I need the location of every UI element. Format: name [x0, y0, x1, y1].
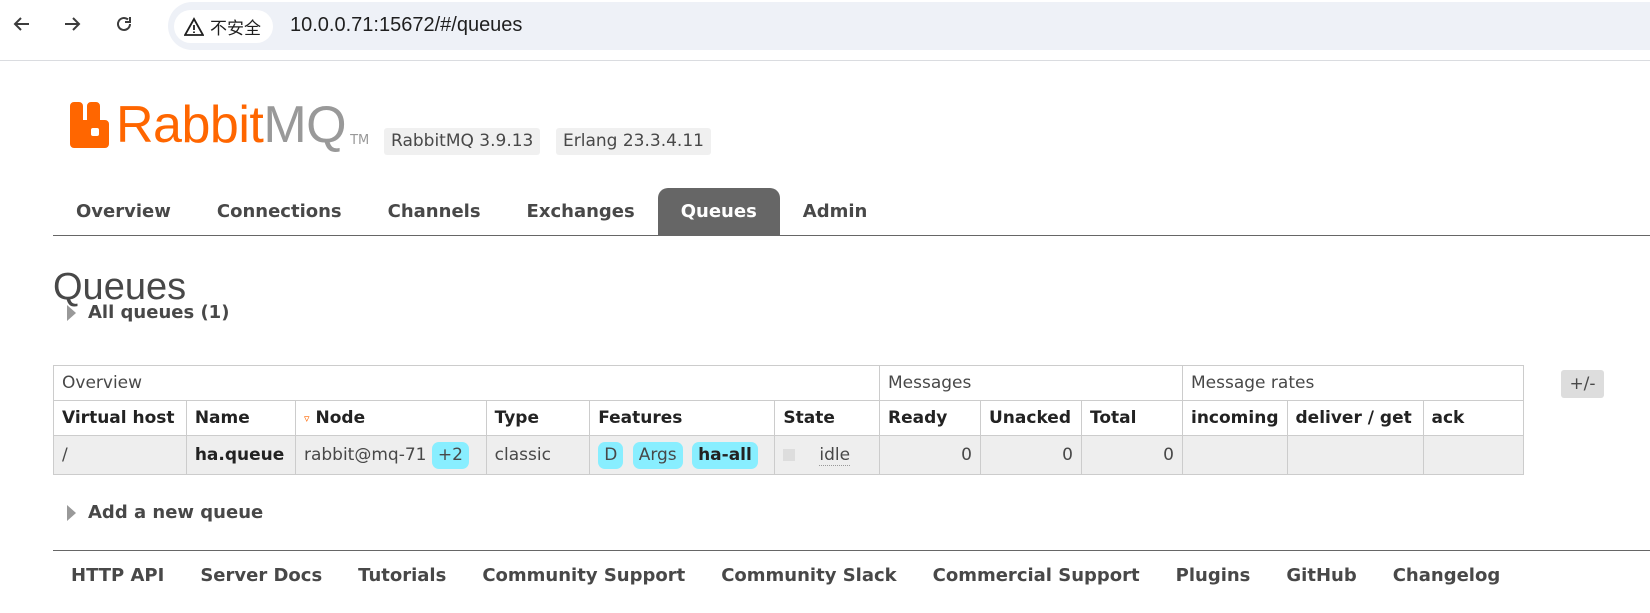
sort-desc-icon: ▿ [303, 411, 310, 425]
cell-vhost: / [53, 435, 187, 475]
footer-link-community-support[interactable]: Community Support [464, 563, 703, 589]
tabs-divider [53, 235, 1650, 236]
url-text[interactable]: 10.0.0.71:15672/#/queues [290, 14, 522, 37]
col-incoming[interactable]: incoming [1182, 400, 1288, 436]
footer-divider [53, 550, 1650, 551]
warning-icon [184, 16, 204, 36]
col-state[interactable]: State [774, 400, 880, 436]
security-label: 不安全 [210, 19, 261, 39]
state-text: idle [819, 445, 851, 466]
policy-badge[interactable]: ha-all [692, 441, 758, 469]
footer-link-github[interactable]: GitHub [1268, 563, 1374, 589]
col-name[interactable]: Name [185, 400, 296, 436]
col-node[interactable]: ▿ Node [294, 400, 487, 436]
back-icon[interactable] [8, 10, 36, 38]
cell-deliver-get [1286, 435, 1424, 475]
footer-link-http-api[interactable]: HTTP API [53, 563, 182, 589]
col-total[interactable]: Total [1081, 400, 1183, 436]
cell-unacked: 0 [980, 435, 1082, 475]
address-bar[interactable]: 不安全 10.0.0.71:15672/#/queues [168, 2, 1650, 50]
cell-type: classic [485, 435, 591, 475]
expand-arrow-icon [67, 504, 76, 521]
rabbitmq-version-badge: RabbitMQ 3.9.13 [384, 128, 541, 155]
tab-overview[interactable]: Overview [53, 188, 194, 236]
group-message-rates: Message rates [1182, 365, 1524, 401]
footer-link-server-docs[interactable]: Server Docs [182, 563, 340, 589]
col-deliver-get[interactable]: deliver / get [1286, 400, 1424, 436]
forward-icon[interactable] [58, 10, 86, 38]
footer-link-plugins[interactable]: Plugins [1158, 563, 1269, 589]
tab-exchanges[interactable]: Exchanges [504, 188, 658, 236]
node-name: rabbit@mq-71 [303, 444, 427, 465]
col-ack[interactable]: ack [1422, 400, 1524, 436]
chrome-divider [0, 60, 1650, 61]
footer-link-community-slack[interactable]: Community Slack [703, 563, 914, 589]
logo-mq-text: MQ [263, 96, 347, 154]
footer-link-tutorials[interactable]: Tutorials [340, 563, 464, 589]
cell-queue-name[interactable]: ha.queue [185, 435, 296, 475]
tab-channels[interactable]: Channels [365, 188, 504, 236]
browser-toolbar: 不安全 10.0.0.71:15672/#/queues [0, 0, 1650, 50]
column-options-button[interactable]: +/- [1561, 370, 1604, 398]
add-queue-label: Add a new queue [88, 502, 264, 523]
rabbitmq-logo-icon [70, 102, 110, 148]
footer-link-changelog[interactable]: Changelog [1375, 563, 1519, 589]
tab-queues[interactable]: Queues [657, 188, 780, 236]
cell-incoming [1182, 435, 1288, 475]
table-row[interactable]: / ha.queue rabbit@mq-71 +2 classic D Arg… [53, 435, 1524, 475]
security-chip[interactable]: 不安全 [174, 10, 273, 43]
reload-icon[interactable] [110, 10, 138, 38]
cell-state: idle [774, 435, 880, 475]
rabbitmq-logo[interactable]: Rabbit MQ TM [70, 98, 369, 152]
col-virtual-host[interactable]: Virtual host [53, 400, 187, 436]
cell-total: 0 [1081, 435, 1183, 475]
mirrors-badge: +2 [431, 441, 469, 469]
group-messages: Messages [879, 365, 1183, 401]
feature-args-badge: Args [632, 441, 683, 469]
main-tabs: Overview Connections Channels Exchanges … [53, 188, 890, 236]
logo-tm: TM [350, 133, 370, 148]
feature-durable-badge: D [598, 441, 624, 469]
add-queue-toggle[interactable]: Add a new queue [67, 502, 263, 523]
all-queues-toggle[interactable]: All queues (1) [67, 302, 229, 323]
all-queues-label: All queues (1) [88, 302, 230, 323]
erlang-version-badge: Erlang 23.3.4.11 [556, 128, 711, 155]
cell-ready: 0 [879, 435, 981, 475]
footer-link-commercial-support[interactable]: Commercial Support [915, 563, 1158, 589]
footer-links: HTTP API Server Docs Tutorials Community… [53, 563, 1518, 589]
tab-connections[interactable]: Connections [194, 188, 365, 236]
group-overview: Overview [53, 365, 880, 401]
logo-rabbit-text: Rabbit [116, 96, 264, 154]
cell-node: rabbit@mq-71 +2 [294, 435, 487, 475]
col-unacked[interactable]: Unacked [980, 400, 1082, 436]
col-type[interactable]: Type [485, 400, 591, 436]
col-node-label: Node [315, 408, 366, 428]
state-indicator [783, 449, 796, 461]
tab-admin[interactable]: Admin [780, 188, 891, 236]
expand-arrow-icon [67, 304, 76, 321]
col-features[interactable]: Features [589, 400, 776, 436]
col-ready[interactable]: Ready [879, 400, 981, 436]
cell-ack [1422, 435, 1524, 475]
cell-features: D Args ha-all [589, 435, 776, 475]
queues-table: Overview Messages Message rates Virtual … [53, 365, 1524, 475]
